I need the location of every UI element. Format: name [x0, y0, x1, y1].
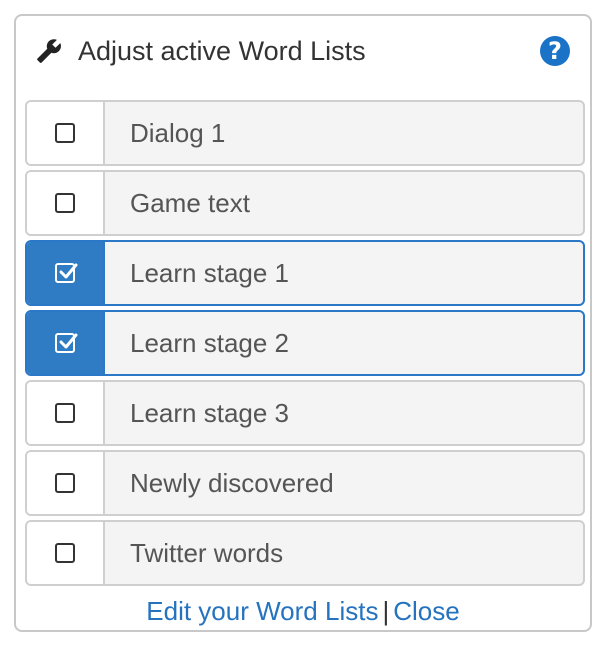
word-list-item[interactable]: Learn stage 2 [25, 310, 585, 376]
word-list-label: Learn stage 3 [130, 397, 290, 428]
word-list-item[interactable]: Dialog 1 [25, 100, 585, 166]
word-list-item[interactable]: Learn stage 3 [25, 380, 585, 446]
unchecked-checkbox[interactable] [55, 473, 75, 493]
panel-title: Adjust active Word Lists [78, 36, 366, 66]
close-link[interactable]: Close [393, 596, 459, 626]
checkbox-cell[interactable] [27, 102, 105, 164]
checkbox-cell[interactable] [27, 452, 105, 514]
checkmark-icon [59, 263, 78, 279]
checkbox-cell[interactable] [27, 242, 105, 304]
word-list-label: Learn stage 2 [130, 327, 290, 358]
word-list-label: Dialog 1 [130, 117, 226, 148]
checked-checkbox[interactable] [55, 333, 78, 353]
word-list-label: Learn stage 1 [130, 257, 290, 288]
word-list-item[interactable]: Newly discovered [25, 450, 585, 516]
checkbox-cell[interactable] [27, 312, 105, 374]
unchecked-checkbox[interactable] [55, 193, 75, 213]
edit-word-lists-link[interactable]: Edit your Word Lists [146, 596, 378, 626]
word-list-label: Twitter words [130, 537, 284, 568]
unchecked-checkbox[interactable] [55, 403, 75, 423]
word-list-label: Game text [130, 187, 250, 218]
panel-header: Adjust active Word Lists ? [16, 16, 590, 88]
unchecked-checkbox[interactable] [55, 543, 75, 563]
word-list-label: Newly discovered [130, 467, 334, 498]
checkbox-cell[interactable] [27, 382, 105, 444]
word-list-list: Dialog 1 Game text Learn stage 1 Learn stag… [25, 100, 585, 590]
word-list-item[interactable]: Learn stage 1 [25, 240, 585, 306]
wrench-icon [37, 39, 61, 63]
footer-separator: | [382, 596, 390, 626]
word-lists-panel: Adjust active Word Lists ? Dialog 1 Game … [14, 14, 592, 632]
question-circle-icon[interactable]: ? [540, 36, 570, 66]
word-list-item[interactable]: Twitter words [25, 520, 585, 586]
word-list-item[interactable]: Game text [25, 170, 585, 236]
checkbox-cell[interactable] [27, 522, 105, 584]
checkmark-icon [59, 333, 78, 349]
checkbox-cell[interactable] [27, 172, 105, 234]
checked-checkbox[interactable] [55, 263, 78, 283]
panel-footer: Edit your Word Lists | Close [16, 594, 590, 628]
unchecked-checkbox[interactable] [55, 123, 75, 143]
